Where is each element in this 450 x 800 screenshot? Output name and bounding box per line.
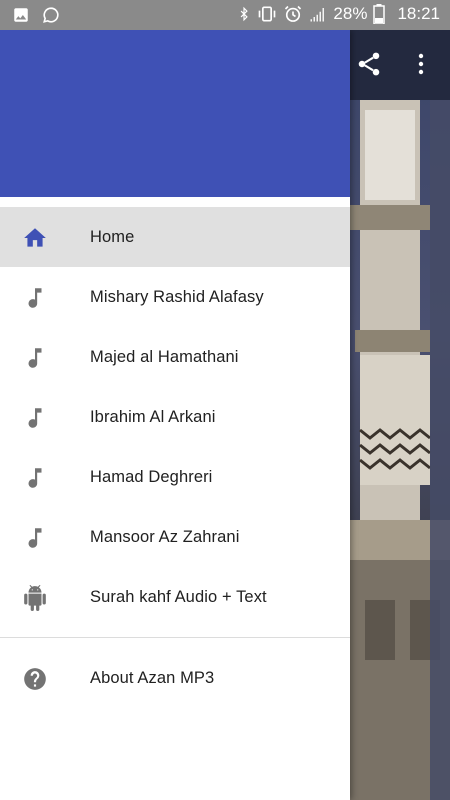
menu-item-label: About Azan MP3 [90,668,215,687]
music-note-icon [22,405,48,431]
chat-notification-icon [42,6,60,24]
menu-item-label: Surah kahf Audio + Text [90,587,267,606]
menu-item-majed[interactable]: Majed al Hamathani [0,327,350,387]
vibrate-icon [257,4,277,24]
battery-icon [373,4,386,24]
home-icon [22,225,48,251]
battery-percent: 28% [333,4,368,23]
menu-item-label: Mishary Rashid Alafasy [90,287,264,306]
bluetooth-icon [237,4,251,24]
menu-item-home[interactable]: Home [0,207,350,267]
music-note-icon [22,525,48,551]
image-notification-icon [12,6,30,24]
menu-item-ibrahim[interactable]: Ibrahim Al Arkani [0,387,350,447]
menu-item-label: Mansoor Az Zahrani [90,527,240,546]
menu-item-label: Majed al Hamathani [90,347,239,366]
menu-item-label: Home [90,227,135,246]
menu-item-about[interactable]: About Azan MP3 [0,648,350,708]
menu-item-label: Ibrahim Al Arkani [90,407,216,426]
clock: 18:21 [397,4,440,23]
help-icon [22,666,48,692]
status-bar: 28% 18:21 [0,0,450,30]
more-options-icon[interactable] [415,52,427,81]
music-note-icon [22,285,48,311]
menu-item-label: Hamad Deghreri [90,467,213,486]
drawer-menu: Home Mishary Rashid Alafasy Majed al Ham… [0,207,350,627]
menu-divider [0,637,350,638]
alarm-icon [283,4,303,24]
signal-icon [309,5,327,23]
menu-item-mishary[interactable]: Mishary Rashid Alafasy [0,267,350,327]
minaret-background-image [350,100,450,800]
navigation-drawer: Home Mishary Rashid Alafasy Majed al Ham… [0,30,350,800]
music-note-icon [22,465,48,491]
background-app [350,30,450,800]
app-toolbar [350,30,450,100]
drawer-header [0,30,350,197]
android-icon [22,585,48,611]
menu-item-hamad[interactable]: Hamad Deghreri [0,447,350,507]
share-icon[interactable] [355,50,383,83]
menu-item-surah-kahf[interactable]: Surah kahf Audio + Text [0,567,350,627]
menu-item-mansoor[interactable]: Mansoor Az Zahrani [0,507,350,567]
music-note-icon [22,345,48,371]
